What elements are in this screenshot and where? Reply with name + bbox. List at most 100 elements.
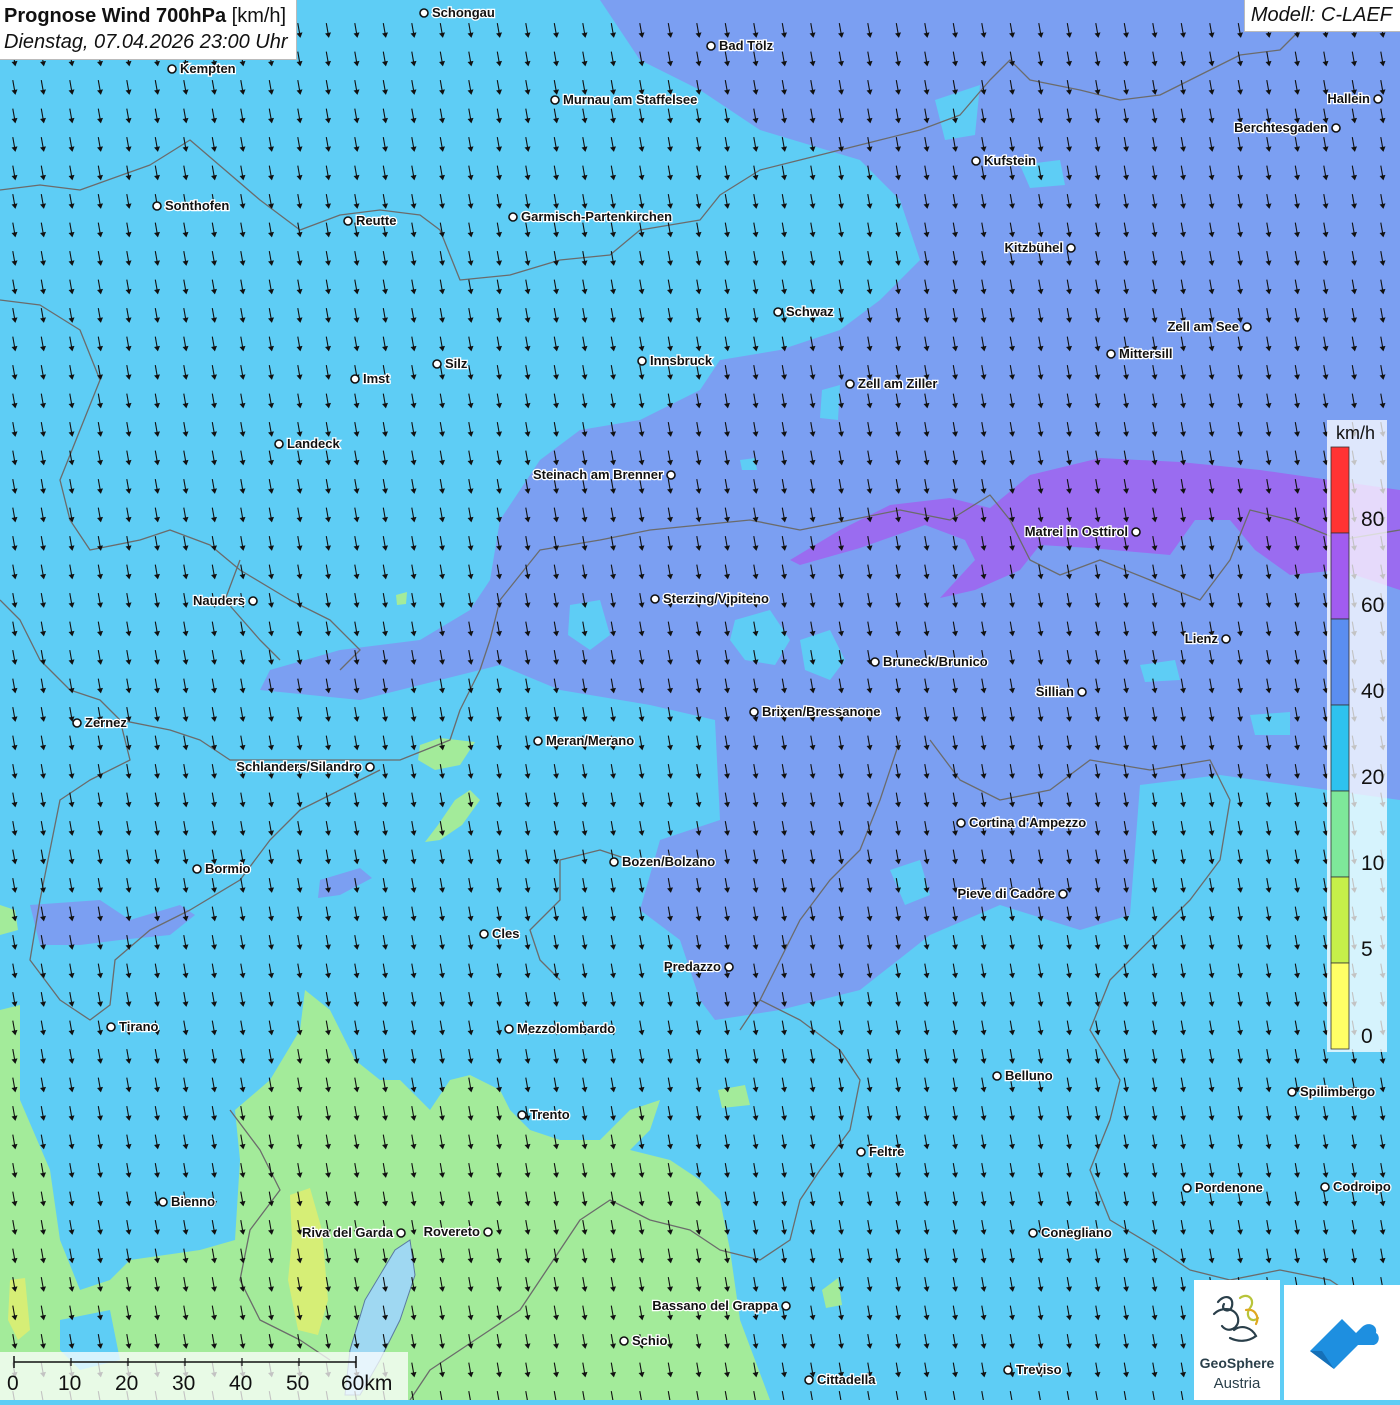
city-label: Schongau	[432, 5, 495, 20]
city-label: Belluno	[1005, 1068, 1053, 1083]
city-dot-icon	[350, 374, 360, 384]
city-label: Schwaz	[786, 304, 834, 319]
city-dot-icon	[483, 1227, 493, 1237]
legend-label-0: 0	[1361, 1025, 1373, 1048]
legend-swatch-80	[1330, 446, 1350, 534]
legend-swatch-5	[1330, 876, 1350, 964]
color-legend: km/h 80 60 40 20 10 5 0	[1327, 420, 1387, 1052]
city-label: Nauders	[193, 593, 245, 608]
city-dot-icon	[508, 212, 518, 222]
wind-zone-cyan-hole-9	[820, 385, 840, 420]
city-label: Imst	[363, 371, 390, 386]
city-label: Steinach am Brenner	[533, 467, 663, 482]
city-dot-icon	[870, 657, 880, 667]
weather-app-logo-icon	[1310, 1319, 1379, 1369]
city-label: Spilimbergo	[1300, 1084, 1375, 1099]
city-dot-icon	[637, 356, 647, 366]
city-label: Riva del Garda	[302, 1225, 394, 1240]
city-spilimbergo: Spilimbergo	[1287, 1083, 1376, 1100]
city-label: Pieve di Cadore	[957, 886, 1055, 901]
city-label: Kempten	[180, 61, 236, 76]
city-label: Reutte	[356, 213, 396, 228]
city-dot-icon	[343, 216, 353, 226]
city-dot-icon	[479, 929, 489, 939]
city-conegliano: Conegliano	[1028, 1224, 1113, 1241]
city-label: Cles	[492, 926, 519, 941]
city-dot-icon	[1331, 123, 1341, 133]
city-schongau: Schongau	[419, 4, 496, 21]
city-label: Kitzbühel	[1005, 240, 1064, 255]
city-label: Kufstein	[984, 153, 1036, 168]
city-label: Cortina d'Ampezzo	[969, 815, 1086, 830]
legend-label-20: 20	[1361, 766, 1385, 789]
city-pordenone: Pordenone	[1182, 1179, 1264, 1196]
city-dot-icon	[845, 379, 855, 389]
legend-swatch-40	[1330, 618, 1350, 706]
city-brixen-bressanone: Brixen/Bressanone	[749, 703, 882, 720]
city-label: Lienz	[1185, 631, 1219, 646]
city-dot-icon	[773, 307, 783, 317]
scale-label-0: 0	[7, 1372, 19, 1395]
city-dot-icon	[609, 857, 619, 867]
city-dot-icon	[1320, 1182, 1330, 1192]
city-label: Treviso	[1016, 1362, 1062, 1377]
city-zell-am-see: Zell am See	[1166, 318, 1252, 335]
city-bozen-bolzano: Bozen/Bolzano	[609, 853, 716, 870]
city-garmisch-partenkirchen: Garmisch-Partenkirchen	[508, 208, 673, 225]
city-dot-icon	[396, 1228, 406, 1238]
city-label: Matrei in Osttirol	[1025, 524, 1128, 539]
city-dot-icon	[432, 359, 442, 369]
city-dot-icon	[1373, 94, 1383, 104]
city-murnau-am-staffelsee: Murnau am Staffelsee	[550, 91, 699, 108]
scale-label-60km: 60km	[341, 1372, 393, 1395]
city-label: Cittadella	[817, 1372, 876, 1387]
city-label: Conegliano	[1041, 1225, 1112, 1240]
city-dot-icon	[158, 1197, 168, 1207]
legend-swatch-20	[1330, 704, 1350, 792]
city-label: Bienno	[171, 1194, 215, 1209]
city-label: Sillian	[1036, 684, 1074, 699]
city-label: Bad Tölz	[719, 38, 774, 53]
city-label: Innsbruck	[650, 353, 713, 368]
city-dot-icon	[971, 156, 981, 166]
city-dot-icon	[550, 95, 560, 105]
city-dot-icon	[248, 596, 258, 606]
legend-label-5: 5	[1361, 938, 1373, 961]
city-label: Rovereto	[424, 1224, 480, 1239]
wind-zone-cyan-hole-8	[1250, 712, 1290, 735]
city-zell-am-ziller: Zell am Ziller	[845, 375, 939, 392]
legend-label-10: 10	[1361, 852, 1385, 875]
geosphere-logo-line1: GeoSphere	[1199, 1355, 1275, 1371]
city-dot-icon	[152, 201, 162, 211]
city-steinach-am-brenner: Steinach am Brenner	[532, 466, 676, 483]
city-label: Silz	[445, 356, 468, 371]
city-label: Landeck	[287, 436, 341, 451]
weather-app-logo[interactable]	[1284, 1285, 1400, 1400]
wind-map[interactable]: Schongau Bad Tölz Kempten Murnau am Staffel…	[0, 0, 1400, 1400]
city-dot-icon	[517, 1110, 527, 1120]
legend-swatch-10	[1330, 790, 1350, 878]
city-label: Codroipo	[1333, 1179, 1391, 1194]
legend-label-80: 80	[1361, 508, 1385, 531]
geosphere-logo[interactable]: GeoSphere Austria	[1194, 1280, 1280, 1400]
city-dot-icon	[1106, 349, 1116, 359]
city-schlanders-silandro: Schlanders/Silandro	[235, 758, 375, 775]
scale-label-10: 10	[58, 1372, 82, 1395]
scale-label-50: 50	[286, 1372, 310, 1395]
city-label: Zell am See	[1167, 319, 1239, 334]
city-label: Murnau am Staffelsee	[563, 92, 697, 107]
city-dot-icon	[192, 864, 202, 874]
city-dot-icon	[706, 41, 716, 51]
city-innsbruck: Innsbruck	[637, 352, 714, 369]
city-dot-icon	[419, 8, 429, 18]
city-dot-icon	[804, 1375, 814, 1385]
city-dot-icon	[1003, 1365, 1013, 1375]
city-dot-icon	[1058, 889, 1068, 899]
city-dot-icon	[619, 1336, 629, 1346]
city-berchtesgaden: Berchtesgaden	[1233, 119, 1341, 136]
city-cortina-d-ampezzo: Cortina d'Ampezzo	[956, 814, 1088, 831]
legend-label-60: 60	[1361, 594, 1385, 617]
city-label: Predazzo	[664, 959, 721, 974]
city-label: Bassano del Grappa	[652, 1298, 778, 1313]
city-dot-icon	[650, 594, 660, 604]
